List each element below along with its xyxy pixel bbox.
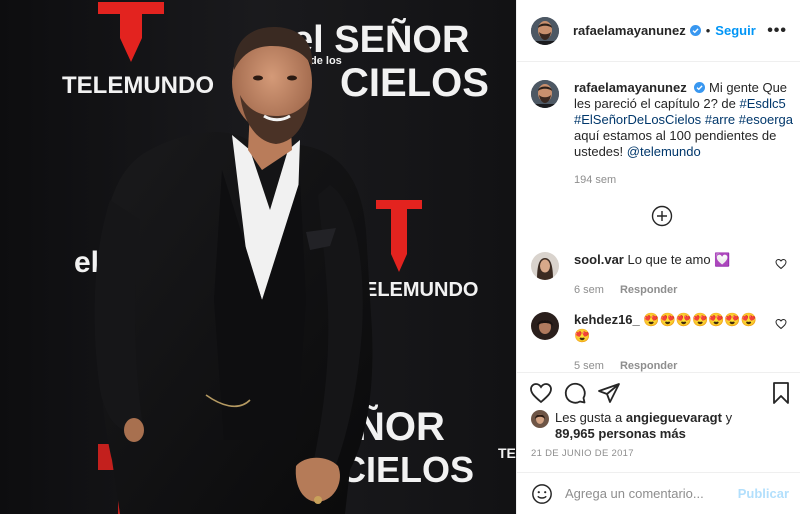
commenter-avatar-image [531, 312, 559, 340]
hashtag-arre[interactable]: #arre [705, 112, 735, 127]
post-panel: rafaelamayanunez • Seguir ••• rafaelamay… [516, 0, 800, 514]
caption-body: rafaelamayanunez Mi gente Que les pareci… [574, 80, 793, 188]
more-options-icon[interactable]: ••• [767, 22, 787, 40]
like-comment-heart-icon[interactable] [775, 318, 787, 330]
verified-badge-icon [689, 25, 701, 36]
wall-de-los: de los [310, 55, 342, 67]
author-avatar-image [531, 16, 559, 45]
like-comment-heart-icon[interactable] [775, 258, 787, 270]
liker-username[interactable]: angieguevaragt [626, 410, 722, 425]
liker-avatar[interactable] [531, 410, 549, 428]
publish-button[interactable]: Publicar [738, 486, 789, 501]
comment-username[interactable]: kehdez16_ [574, 312, 640, 327]
post-caption: rafaelamayanunez Mi gente Que les pareci… [531, 80, 793, 188]
hashtag-esdlc5[interactable]: #Esdlc5 [740, 96, 786, 111]
comment-text: Lo que te amo [627, 252, 711, 267]
author-username[interactable]: rafaelamayanunez [573, 23, 686, 38]
comment-time[interactable]: 6 sem [574, 282, 604, 298]
add-comment-bar: Publicar [517, 472, 800, 514]
load-more-comments-icon[interactable] [651, 205, 673, 227]
caption-time[interactable]: 194 sem [574, 172, 793, 188]
wall-cielos-lower: CIELOS [340, 449, 474, 490]
caption-avatar-image [531, 80, 559, 108]
comment-meta: 6 sem Responder [574, 282, 770, 298]
likes-prefix: Les gusta a [555, 410, 623, 425]
share-paper-plane-icon[interactable] [597, 381, 621, 405]
wall-el-fragment: el [74, 246, 99, 279]
comment-username[interactable]: sool.var [574, 252, 624, 267]
comment-emoji: 💟 [714, 252, 731, 267]
likes-count[interactable]: 89,965 personas más [555, 426, 686, 441]
mention-telemundo[interactable]: @telemundo [627, 144, 701, 159]
post-photo[interactable]: TELEMUNDO el SEÑOR de los CIELOS ELEMUND… [0, 0, 516, 514]
wall-cielos: CIELOS [340, 61, 489, 105]
wall-senor-lower: ÑOR [356, 403, 445, 449]
likes-summary: Les gusta a angieguevaragt y 89,965 pers… [531, 410, 755, 442]
header-separator: • [705, 23, 711, 38]
caption-avatar[interactable] [531, 80, 559, 108]
hashtag-esoerga[interactable]: #esoerga [739, 112, 793, 127]
post-date[interactable]: 21 DE JUNIO DE 2017 [531, 448, 634, 459]
comment-bubble-icon[interactable] [563, 381, 587, 405]
commenter-avatar-image [531, 252, 559, 280]
post-header: rafaelamayanunez • Seguir ••• [517, 0, 800, 62]
save-bookmark-icon[interactable] [769, 381, 793, 405]
comment-body: kehdez16_ 😍😍😍😍😍😍😍😍 5 sem Responder [574, 312, 770, 374]
comment-body: sool.var Lo que te amo 💟 6 sem Responder [574, 252, 770, 298]
likes-text: Les gusta a angieguevaragt y 89,965 pers… [555, 410, 755, 442]
post-actions: Les gusta a angieguevaragt y 89,965 pers… [517, 372, 800, 472]
likes-connector: y [725, 410, 733, 425]
commenter-avatar[interactable] [531, 312, 559, 340]
follow-button[interactable]: Seguir [715, 23, 755, 38]
comment-item: sool.var Lo que te amo 💟 6 sem Responder [531, 252, 793, 298]
photo-scene: TELEMUNDO el SEÑOR de los CIELOS ELEMUND… [0, 0, 516, 514]
author-avatar[interactable] [531, 16, 559, 45]
comment-input[interactable] [565, 486, 735, 501]
caption-username[interactable]: rafaelamayanunez [574, 80, 687, 95]
comment-item: kehdez16_ 😍😍😍😍😍😍😍😍 5 sem Responder [531, 312, 793, 374]
emoji-smiley-icon[interactable] [531, 483, 553, 505]
caption-verified-icon [694, 82, 706, 93]
wall-telemundo-mid: ELEMUNDO [364, 279, 478, 301]
reply-button[interactable]: Responder [620, 282, 677, 298]
wall-te-fragment: TE [498, 445, 516, 461]
liker-avatar-image [531, 410, 549, 428]
commenter-avatar[interactable] [531, 252, 559, 280]
hashtag-elsenordeloscielos[interactable]: #ElSeñorDeLosCielos [574, 112, 701, 127]
wall-telemundo-top: TELEMUNDO [62, 72, 214, 99]
like-heart-icon[interactable] [529, 381, 553, 405]
